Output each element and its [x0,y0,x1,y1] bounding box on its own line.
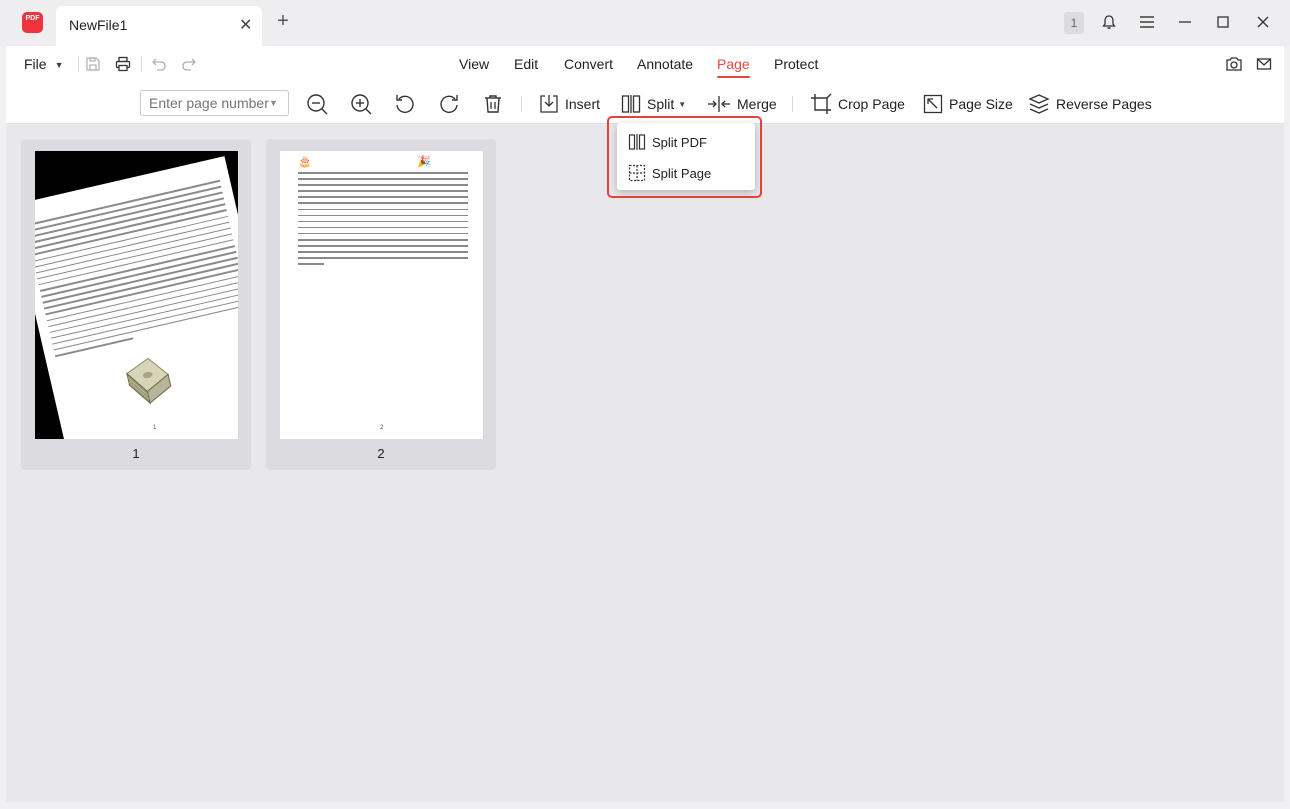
undo-icon[interactable] [149,54,169,74]
party-emoji-image: 🎉 [417,156,431,168]
rotate-left-icon[interactable] [393,92,417,116]
bell-icon[interactable] [1097,10,1121,34]
crop-icon [811,93,832,114]
page-size-icon [923,94,943,114]
close-tab-icon[interactable]: ✕ [239,15,252,35]
document-tab[interactable]: NewFile1 ✕ [56,6,262,46]
page-thumbnail-1[interactable]: 1 1 [21,139,251,470]
app-logo: PDF [22,12,43,33]
maximize-icon[interactable] [1211,10,1235,34]
toolbar-area: File ▼ View Edit Convert Annotate Page Pr… [6,46,1284,124]
split-pdf-icon [628,134,646,150]
page-thumbnails-area: 1 1 🎂 🎉 2 2 [6,124,1284,802]
divider [521,96,522,112]
file-menu-label: File [24,56,47,72]
split-pdf-menu-item[interactable]: Split PDF [628,131,707,153]
split-page-menu-item[interactable]: Split Page [628,162,711,184]
new-tab-icon[interactable]: + [272,10,294,33]
merge-label: Merge [737,96,777,112]
money-stack-image [126,357,172,405]
insert-icon [540,95,558,113]
camera-icon[interactable] [1224,54,1244,74]
page-footer-number: 2 [380,425,384,431]
page-input-chevron-icon[interactable]: ▼ [269,98,278,108]
page-label: 2 [377,446,385,461]
insert-button[interactable]: Insert [539,92,600,116]
app-logo-text: PDF [25,15,40,22]
delete-icon[interactable] [481,92,505,116]
tab-title: NewFile1 [69,17,128,33]
tab-protect[interactable]: Protect [774,56,818,72]
page-preview: 🎂 🎉 2 [280,151,483,439]
merge-button[interactable]: Merge [707,92,777,116]
crop-page-label: Crop Page [838,96,905,112]
tab-page[interactable]: Page [717,56,750,78]
reverse-pages-label: Reverse Pages [1056,96,1152,112]
crop-page-button[interactable]: Crop Page [810,92,905,116]
page-size-button[interactable]: Page Size [923,92,1013,116]
page-footer-number: 1 [153,425,157,431]
page-thumbnail-2[interactable]: 🎂 🎉 2 2 [266,139,496,470]
split-label: Split [647,96,675,112]
split-button[interactable]: Split ▼ [621,92,686,116]
split-page-icon [628,164,646,182]
rotate-right-icon[interactable] [437,92,461,116]
tab-convert[interactable]: Convert [564,56,613,72]
rotated-page-sheet [35,156,238,439]
reverse-pages-icon [1028,94,1050,114]
close-window-icon[interactable] [1251,10,1275,34]
insert-label: Insert [565,96,601,112]
chevron-down-icon: ▼ [678,99,687,109]
tab-edit[interactable]: Edit [514,56,538,72]
page-number-input[interactable] [140,90,289,116]
divider [78,56,79,72]
notification-count-badge[interactable]: 1 [1064,12,1084,34]
zoom-out-icon[interactable] [305,92,329,116]
redo-icon[interactable] [179,54,199,74]
page-preview: 1 [35,151,238,439]
divider [792,96,793,112]
print-icon[interactable] [113,54,133,74]
file-menu[interactable]: File ▼ [24,56,63,72]
merge-icon [708,96,730,112]
reverse-pages-button[interactable]: Reverse Pages [1028,92,1152,116]
minimize-icon[interactable] [1173,10,1197,34]
page-label: 1 [132,446,140,461]
save-icon[interactable] [83,54,103,74]
split-page-label: Split Page [652,165,712,181]
mail-icon[interactable] [1254,54,1274,74]
cake-emoji-image: 🎂 [298,156,312,168]
split-icon [621,95,641,113]
split-pdf-label: Split PDF [652,134,707,150]
zoom-in-icon[interactable] [349,92,373,116]
tab-annotate[interactable]: Annotate [637,56,693,72]
divider [141,56,142,72]
title-bar: PDF NewFile1 ✕ + 1 [0,0,1290,46]
hamburger-menu-icon[interactable] [1135,10,1159,34]
chevron-down-icon: ▼ [54,60,64,70]
split-dropdown-menu: Split PDF Split Page [617,123,755,190]
page-size-label: Page Size [949,96,1013,112]
tab-view[interactable]: View [459,56,489,72]
